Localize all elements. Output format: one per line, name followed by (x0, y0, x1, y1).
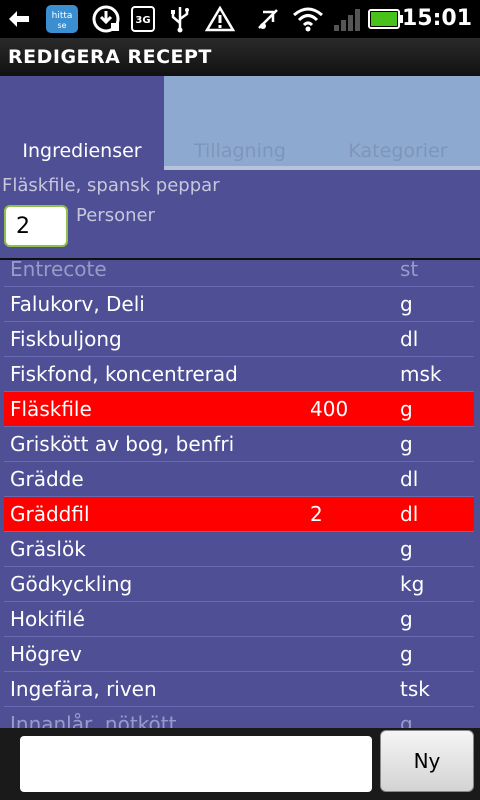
ingredient-row[interactable]: Hokifilé g (4, 602, 474, 637)
tab-ingredienser[interactable]: Ingredienser (0, 76, 164, 170)
tab-bar: Ingredienser Tillagning Kategorier (0, 76, 480, 170)
ingredient-row[interactable]: Fiskbuljong dl (4, 322, 474, 357)
ingredient-unit: g (400, 642, 413, 666)
ingredient-row[interactable]: Innanlår, nötkött g (4, 707, 474, 728)
back-icon (6, 6, 32, 32)
ingredient-unit: st (400, 258, 419, 281)
battery-icon (368, 6, 404, 32)
new-button-label: Ny (413, 749, 441, 773)
tab-indicator (316, 166, 480, 170)
hitta-text: hitta (52, 11, 73, 21)
hitta-se-icon: hitta se (44, 5, 80, 33)
ingredient-qty: 400 (310, 397, 349, 421)
ingredient-row[interactable]: Fläskfile 400 g (4, 392, 474, 427)
no-audio-icon (254, 6, 282, 32)
ingredient-name: Hokifilé (10, 607, 85, 631)
warning-icon (204, 6, 236, 32)
ingredient-row[interactable]: Entrecote st (4, 258, 474, 287)
3g-icon: 3G (130, 6, 156, 32)
clock-time: 15:01 (401, 6, 472, 31)
tab-kategorier[interactable]: Kategorier (316, 76, 480, 170)
ingredient-name: Entrecote (10, 258, 107, 281)
ingredient-unit: g (400, 537, 413, 561)
ingredient-name: Grädde (10, 467, 84, 491)
new-ingredient-input[interactable] (20, 736, 372, 792)
ingredient-unit: g (400, 432, 413, 456)
title-bar: REDIGERA RECEPT (0, 38, 480, 76)
ingredient-unit: tsk (400, 677, 430, 701)
ingredient-name: Griskött av bog, benfri (10, 432, 235, 456)
page-title: REDIGERA RECEPT (8, 46, 212, 68)
bottom-bar: Ny (0, 728, 480, 800)
ingredient-unit: g (400, 292, 413, 316)
status-bar: hitta se 3G 15:01 (0, 0, 480, 38)
ingredient-name: Gödkyckling (10, 572, 133, 596)
ingredient-unit: kg (400, 572, 425, 596)
ingredient-name: Gräslök (10, 537, 86, 561)
persons-label: Personer (76, 205, 155, 226)
ingredient-name: Högrev (10, 642, 82, 666)
tab-indicator (164, 166, 316, 170)
wifi-icon (290, 6, 326, 32)
ingredient-name: Falukorv, Deli (10, 292, 145, 316)
ingredient-row[interactable]: Fiskfond, koncentrerad msk (4, 357, 474, 392)
ingredient-row[interactable]: Griskött av bog, benfri g (4, 427, 474, 462)
ingredient-unit: dl (400, 467, 419, 491)
new-button[interactable]: Ny (380, 730, 474, 792)
ingredient-row[interactable]: Ingefära, riven tsk (4, 672, 474, 707)
ingredient-unit: g (400, 712, 413, 728)
ingredient-row[interactable]: Gräslök g (4, 532, 474, 567)
ingredient-name: Ingefära, riven (10, 677, 157, 701)
ingredient-row[interactable]: Falukorv, Deli g (4, 287, 474, 322)
ingredient-row[interactable]: Gödkyckling kg (4, 567, 474, 602)
tab-indicator (0, 166, 164, 170)
tab-kategorier-label: Kategorier (348, 140, 448, 162)
ingredient-name: Innanlår, nötkött (10, 712, 177, 728)
persons-input[interactable]: 2 (4, 205, 68, 247)
usb-icon (166, 6, 194, 33)
ingredient-unit: g (400, 607, 413, 631)
tab-tillagning-label: Tillagning (194, 140, 286, 162)
ingredient-unit: msk (400, 362, 442, 386)
signal-icon (332, 6, 362, 32)
ingredient-row[interactable]: Högrev g (4, 637, 474, 672)
ingredient-row[interactable]: Gräddfil 2 dl (4, 497, 474, 532)
ingredient-name: Fiskbuljong (10, 327, 122, 351)
ingredient-name: Gräddfil (10, 502, 90, 526)
ingredient-list[interactable]: Entrecote st Falukorv, Deli g Fiskbuljong dl F… (0, 258, 480, 728)
persons-value: 2 (16, 214, 30, 239)
ingredient-qty: 2 (310, 502, 323, 526)
tab-tillagning[interactable]: Tillagning (164, 76, 316, 170)
ingredient-row[interactable]: Grädde dl (4, 462, 474, 497)
recipe-name: Fläskfile, spansk peppar (2, 175, 220, 196)
svg-text:3G: 3G (135, 15, 150, 26)
tab-ingredienser-label: Ingredienser (22, 140, 142, 162)
ingredient-unit: dl (400, 502, 419, 526)
ingredient-name: Fiskfond, koncentrerad (10, 362, 238, 386)
ingredient-name: Fläskfile (10, 397, 92, 421)
se-text: se (57, 21, 66, 30)
ingredient-unit: g (400, 397, 413, 421)
download-icon (88, 5, 124, 33)
ingredient-unit: dl (400, 327, 419, 351)
